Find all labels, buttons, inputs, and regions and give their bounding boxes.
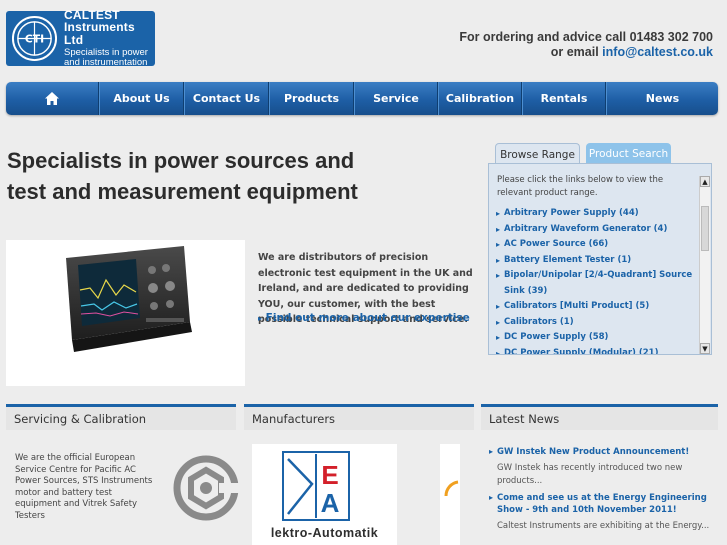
product-image [6, 240, 245, 386]
page-headline: Specialists in power sources and test an… [7, 148, 358, 204]
news-list: GW Instek New Product Announcement! GW I… [489, 445, 719, 538]
caltest-emblem-icon: CTI [11, 15, 58, 62]
logo-letters: CTI [25, 32, 44, 45]
product-range-list: Arbitrary Power Supply (44) Arbitrary Wa… [496, 206, 696, 355]
servicing-text: We are the official European Service Cen… [15, 453, 153, 521]
browse-range-panel: Please click the links below to view the… [488, 163, 712, 355]
logo-sub-line2: and instrumentation [64, 57, 148, 69]
contact-phone: For ordering and advice call 01483 302 7… [459, 30, 713, 44]
latest-news-title: Latest News [481, 404, 718, 430]
logo-letter-e: E [321, 460, 338, 490]
browse-scrollbar[interactable]: ▲ ▼ [699, 176, 710, 354]
partial-logo-icon [444, 480, 459, 497]
chevron-right-icon: ▸ [258, 314, 263, 323]
home-icon [45, 92, 59, 105]
oscilloscope-image-icon [66, 246, 192, 352]
service-partner-logo-icon[interactable] [173, 455, 239, 521]
news-title-link[interactable]: Come and see us at the Energy Engineerin… [489, 492, 719, 516]
news-body: GW Instek has recently introduced two ne… [497, 463, 683, 486]
nav-rentals[interactable]: Rentals [522, 82, 606, 115]
expertise-link-label: Find out more about our expertise [265, 312, 470, 324]
news-item: GW Instek New Product Announcement! GW I… [489, 446, 719, 487]
logo-name-line2: Instruments Ltd [64, 20, 135, 47]
next-manufacturer-logo[interactable] [440, 444, 460, 545]
manufacturers-title: Manufacturers [244, 404, 474, 430]
scroll-down-icon[interactable]: ▼ [700, 343, 710, 354]
range-item[interactable]: Calibrators [Multi Product] (5) [496, 299, 696, 315]
nav-products[interactable]: Products [269, 82, 354, 115]
range-item[interactable]: Calibrators (1) [496, 315, 696, 331]
scroll-thumb[interactable] [701, 206, 709, 251]
manufacturer-logo[interactable]: E A lektro-Automatik [252, 444, 397, 545]
contact-email-line: or email info@caltest.co.uk [459, 45, 713, 60]
nav-about-us[interactable]: About Us [99, 82, 184, 115]
nav-calibration[interactable]: Calibration [438, 82, 522, 115]
expertise-link[interactable]: ▸ Find out more about our expertise [258, 312, 470, 324]
nav-home[interactable] [6, 82, 99, 115]
range-item[interactable]: AC Power Source (66) [496, 237, 696, 253]
servicing-calibration-title: Servicing & Calibration [6, 404, 236, 430]
range-item[interactable]: DC Power Supply (Modular) (21) [496, 346, 696, 355]
nav-contact-us[interactable]: Contact Us [184, 82, 269, 115]
nav-news[interactable]: News [606, 82, 718, 115]
range-item[interactable]: DC Power Supply (58) [496, 330, 696, 346]
range-item[interactable]: Battery Element Tester (1) [496, 253, 696, 269]
nav-service[interactable]: Service [354, 82, 438, 115]
range-item[interactable]: Arbitrary Power Supply (44) [496, 206, 696, 222]
tab-product-search[interactable]: Product Search [586, 143, 671, 165]
caltest-logo[interactable]: CTI CALTEST Instruments Ltd Specialists … [6, 9, 155, 69]
logo-letter-a: A [321, 488, 340, 518]
contact-email-prefix: or email [550, 45, 603, 59]
range-item[interactable]: Arbitrary Waveform Generator (4) [496, 222, 696, 238]
news-body: Caltest Instruments are exhibiting at th… [497, 521, 710, 531]
range-item[interactable]: Bipolar/Unipolar [2/4-Quadrant] Source S… [496, 268, 696, 299]
elektro-automatik-logo-icon: E A [282, 451, 350, 521]
tab-browse-range[interactable]: Browse Range [495, 143, 580, 165]
browse-intro: Please click the links below to view the… [497, 175, 664, 198]
logo-text: CALTEST Instruments Ltd Specialists in p… [64, 9, 150, 69]
news-title-link[interactable]: GW Instek New Product Announcement! [489, 446, 719, 458]
main-nav: About Us Contact Us Products Service Cal… [6, 82, 718, 115]
scroll-up-icon[interactable]: ▲ [700, 176, 710, 187]
news-item: Come and see us at the Energy Engineerin… [489, 492, 719, 533]
contact-info: For ordering and advice call 01483 302 7… [459, 30, 713, 60]
contact-email-link[interactable]: info@caltest.co.uk [602, 45, 713, 59]
manufacturer-name: lektro-Automatik [270, 526, 379, 540]
